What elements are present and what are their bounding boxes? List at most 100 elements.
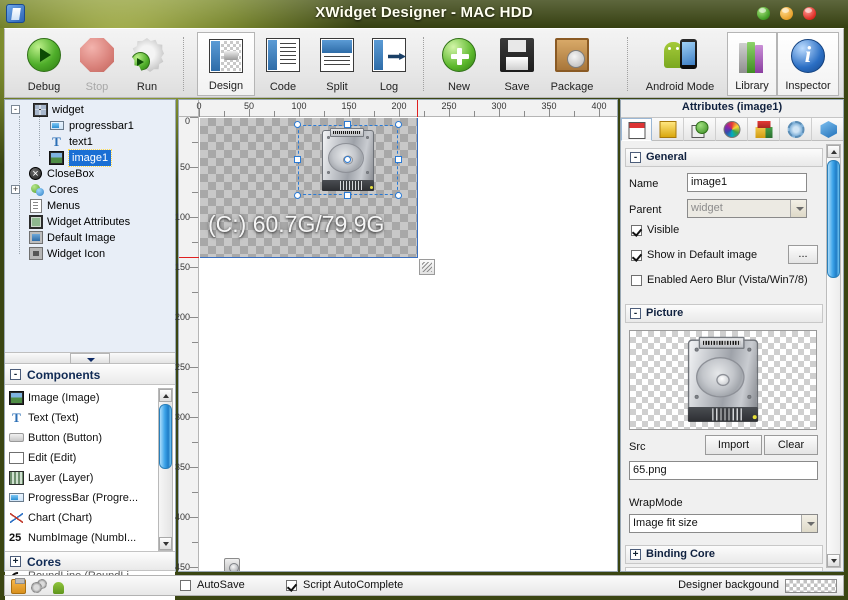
- status-bar: AutoSave Script AutoComplete Designer ba…: [4, 575, 844, 596]
- application-window: XWidget Designer - MAC HDD Debug Stop Ru…: [0, 0, 848, 600]
- diskcore-icon: [224, 558, 240, 571]
- collapse-toggle[interactable]: -: [630, 152, 641, 163]
- selected-image-object[interactable]: [294, 121, 402, 199]
- src-input[interactable]: 65.png: [629, 461, 818, 480]
- chevron-down-icon[interactable]: [70, 353, 110, 364]
- aero-blur-checkbox[interactable]: [631, 275, 642, 286]
- designer-background-swatch[interactable]: [785, 579, 837, 593]
- tree-node-label: image1: [67, 149, 113, 167]
- chevron-down-icon[interactable]: [801, 515, 817, 532]
- maximize-button[interactable]: [780, 7, 793, 20]
- resize-handle-nw[interactable]: [294, 121, 301, 128]
- toolbar-button-split[interactable]: Split: [311, 32, 363, 96]
- widget-attributes-icon: [29, 215, 43, 229]
- component-label: Text (Text): [28, 412, 79, 424]
- attributes-scrollbar[interactable]: [826, 144, 841, 568]
- binding-tooltip-group-header[interactable]: + Binding TooltipControl: [625, 567, 823, 571]
- show-default-checkbox[interactable]: [631, 250, 642, 261]
- parent-select[interactable]: widget: [687, 199, 807, 218]
- component-label: Layer (Layer): [28, 472, 94, 484]
- clear-button[interactable]: Clear: [764, 435, 818, 455]
- tab-color[interactable]: [717, 118, 748, 141]
- scroll-down-button[interactable]: [827, 554, 840, 567]
- tab-settings[interactable]: [781, 118, 812, 141]
- ruler-h-label: 400: [591, 101, 607, 111]
- toolbar-button-log[interactable]: Log: [363, 32, 415, 96]
- tab-layout[interactable]: [653, 118, 684, 141]
- resize-handle-w[interactable]: [294, 156, 301, 163]
- tab-3d[interactable]: [749, 118, 780, 141]
- resize-handle-s[interactable]: [344, 192, 351, 199]
- collapse-toggle[interactable]: +: [10, 556, 21, 567]
- clipboard-icon[interactable]: [11, 578, 26, 594]
- widget-canvas[interactable]: (C:) 60.7G/79.9G: [200, 118, 617, 571]
- resize-handle-ne[interactable]: [395, 121, 402, 128]
- scrollbar-thumb[interactable]: [827, 160, 840, 278]
- resize-handle-e[interactable]: [395, 156, 402, 163]
- tree-expander[interactable]: +: [11, 185, 20, 194]
- close-button[interactable]: [803, 7, 816, 20]
- general-group-header[interactable]: - General: [625, 148, 823, 167]
- tree-guide-line: [39, 114, 40, 156]
- component-label: Button (Button): [28, 432, 102, 444]
- name-input[interactable]: image1: [687, 173, 807, 192]
- scroll-up-button[interactable]: [827, 145, 840, 158]
- chevron-down-icon[interactable]: [790, 200, 806, 217]
- object-tree[interactable]: - widget progressbar1 T text1 image1 × C…: [5, 100, 175, 352]
- tree-collapse-handle[interactable]: [5, 352, 175, 364]
- toolbar-button-inspector[interactable]: Inspector: [777, 32, 839, 96]
- attributes-tab-strip[interactable]: [621, 117, 843, 141]
- calendar-properties-icon: [628, 122, 645, 139]
- split-view-icon: [320, 38, 354, 72]
- toolbar-button-package[interactable]: Package: [541, 32, 603, 96]
- toolbar-button-design[interactable]: Design: [197, 32, 255, 96]
- center-handle[interactable]: [344, 156, 351, 163]
- binding-core-header-label: Binding Core: [646, 548, 716, 560]
- widget-icon-icon: [29, 247, 43, 260]
- resize-handle-n[interactable]: [344, 121, 351, 128]
- wrapmode-select[interactable]: Image fit size: [629, 514, 818, 533]
- resize-handle-sw[interactable]: [294, 192, 301, 199]
- show-default-ellipsis-button[interactable]: ...: [788, 245, 818, 264]
- autosave-checkbox[interactable]: [180, 580, 191, 591]
- tree-expander[interactable]: -: [11, 105, 20, 114]
- toolbar-button-debug[interactable]: Debug: [15, 32, 73, 96]
- tab-object[interactable]: [813, 118, 844, 141]
- widget-design-surface[interactable]: (C:) 60.7G/79.9G: [200, 118, 418, 258]
- toolbar-button-library[interactable]: Library: [727, 32, 777, 96]
- components-scrollbar[interactable]: [158, 388, 173, 551]
- toolbar-button-save[interactable]: Save: [491, 32, 543, 96]
- attributes-content[interactable]: - General Name image1 Parent widget Visi…: [621, 142, 827, 571]
- widget-resize-grip[interactable]: [419, 259, 435, 275]
- scroll-down-button[interactable]: [159, 537, 172, 550]
- import-button[interactable]: Import: [705, 435, 762, 455]
- visible-checkbox[interactable]: [631, 225, 642, 236]
- scrollbar-thumb[interactable]: [159, 404, 172, 469]
- collapse-toggle[interactable]: -: [630, 308, 641, 319]
- toolbar-button-android-mode[interactable]: Android Mode: [635, 32, 725, 96]
- toolbar-button-code[interactable]: Code: [257, 32, 309, 96]
- picture-preview[interactable]: [629, 330, 817, 430]
- visible-label: Visible: [647, 224, 680, 236]
- toolbar-button-stop[interactable]: Stop: [71, 32, 123, 96]
- gears-icon[interactable]: [31, 579, 47, 594]
- scroll-up-button[interactable]: [159, 389, 172, 402]
- collapse-toggle[interactable]: -: [10, 369, 21, 380]
- resize-handle-se[interactable]: [395, 192, 402, 199]
- ruler-v-label: 400: [174, 512, 190, 522]
- ruler-h-label: 300: [491, 101, 507, 111]
- android-icon[interactable]: [51, 579, 66, 594]
- collapse-toggle[interactable]: +: [630, 549, 641, 560]
- tab-shapes[interactable]: [685, 118, 716, 141]
- binding-core-group-header[interactable]: + Binding Core: [625, 545, 823, 564]
- script-autocomplete-checkbox[interactable]: [286, 580, 297, 591]
- toolbar-button-new[interactable]: New: [433, 32, 485, 96]
- picture-group-header[interactable]: - Picture: [625, 304, 823, 323]
- tab-properties[interactable]: [621, 118, 652, 141]
- tree-node-label: Widget Attributes: [47, 216, 131, 228]
- toolbar-button-run[interactable]: Run: [121, 32, 173, 96]
- cores-section-header[interactable]: + Cores: [5, 551, 175, 571]
- minimize-button[interactable]: [757, 7, 770, 20]
- tree-node-label: Cores: [49, 184, 79, 196]
- components-section-header[interactable]: - Components: [5, 365, 175, 385]
